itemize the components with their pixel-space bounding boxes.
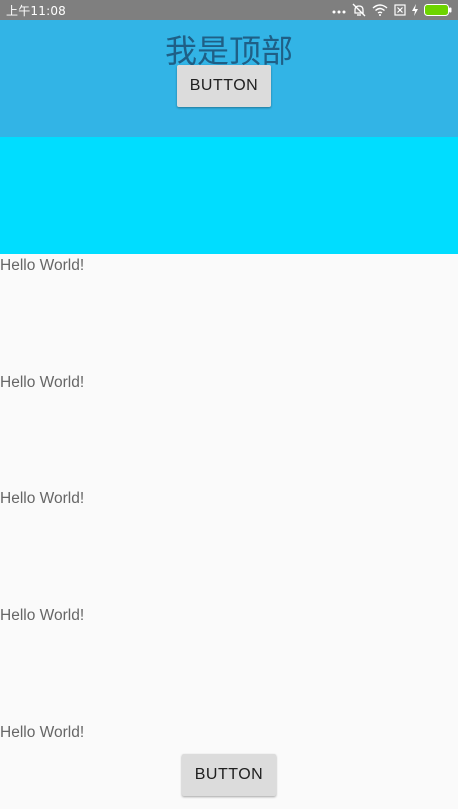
alarm-off-icon (352, 3, 366, 17)
cyan-band (0, 137, 458, 254)
battery-icon (424, 4, 452, 16)
bottom-button[interactable]: BUTTON (182, 754, 276, 796)
top-header: 我是顶部 BUTTON (0, 20, 458, 137)
app-screen: 上午11:08 我是顶部 BUTTON Hello World! Hello W… (0, 0, 458, 809)
status-icons (332, 3, 452, 17)
top-button[interactable]: BUTTON (177, 65, 271, 107)
list-item: Hello World! (0, 724, 85, 741)
list-item: Hello World! (0, 607, 85, 624)
more-dots-icon (332, 5, 346, 15)
list-item: Hello World! (0, 257, 85, 274)
list-item: Hello World! (0, 490, 85, 507)
status-time: 上午11:08 (6, 3, 66, 18)
wifi-icon (372, 4, 388, 16)
charging-icon (412, 4, 418, 16)
list-item: Hello World! (0, 374, 85, 391)
sim-x-icon (394, 4, 406, 16)
status-bar: 上午11:08 (0, 0, 458, 20)
